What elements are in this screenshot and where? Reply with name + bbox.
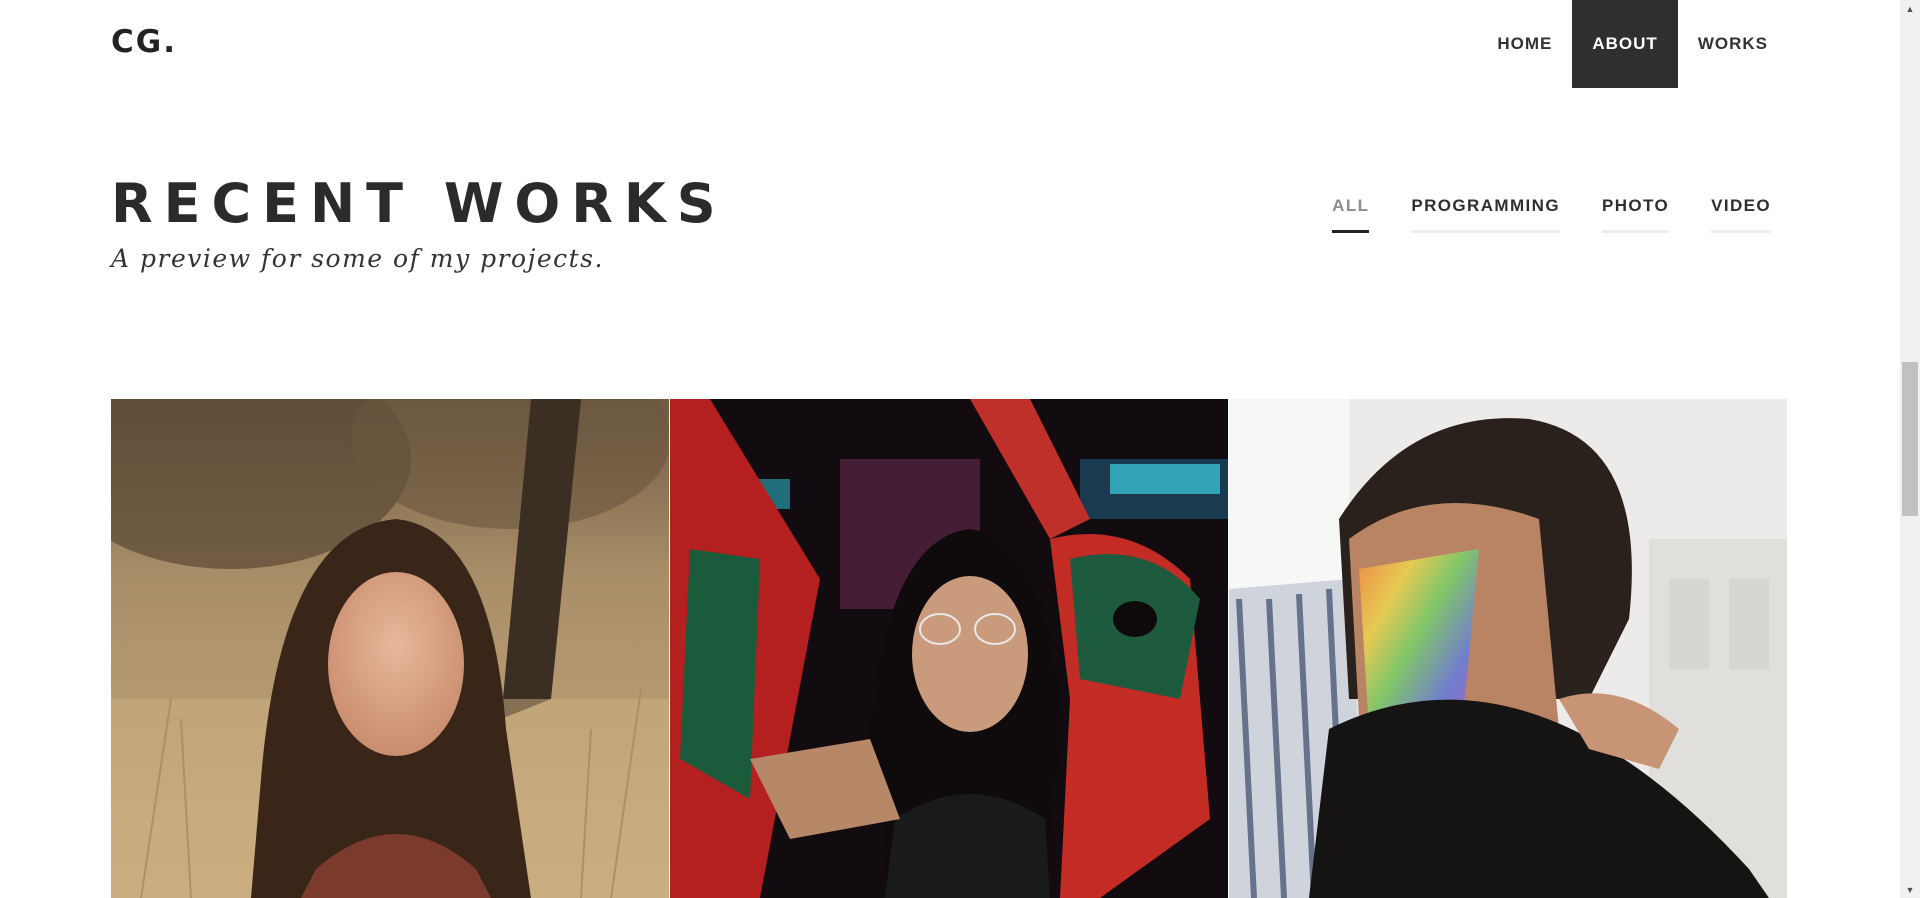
filter-photo[interactable]: PHOTO (1601, 196, 1670, 233)
filter-all[interactable]: ALL (1332, 196, 1370, 233)
works-gallery (111, 399, 1787, 898)
nav-about[interactable]: ABOUT (1572, 0, 1678, 88)
section-subtitle: A preview for some of my projects. (111, 244, 604, 273)
work-tile-3[interactable] (1229, 399, 1787, 898)
portrait-field-image (111, 399, 669, 898)
nav-home[interactable]: HOME (1477, 0, 1572, 88)
page-scrollbar[interactable]: ▲ ▼ (1900, 0, 1920, 898)
portrait-rainbow-image (1229, 399, 1787, 898)
scrollbar-thumb[interactable] (1902, 362, 1918, 516)
arrow-down-icon[interactable]: ▼ (1900, 881, 1920, 898)
site-logo[interactable]: CG. (111, 24, 177, 60)
portrait-arcade-image (670, 399, 1228, 898)
main-nav: HOME ABOUT WORKS (1477, 0, 1788, 88)
work-tile-2[interactable] (670, 399, 1228, 898)
site-header: CG. HOME ABOUT WORKS (0, 0, 1900, 88)
arrow-up-icon[interactable]: ▲ (1900, 0, 1920, 17)
nav-works[interactable]: WORKS (1678, 0, 1788, 88)
filter-programming[interactable]: PROGRAMMING (1411, 196, 1560, 233)
work-filters: ALL PROGRAMMING PHOTO VIDEO (1332, 196, 1771, 233)
filter-video[interactable]: VIDEO (1711, 196, 1771, 233)
section-title: RECENT WORKS (111, 172, 727, 235)
work-tile-1[interactable] (111, 399, 669, 898)
